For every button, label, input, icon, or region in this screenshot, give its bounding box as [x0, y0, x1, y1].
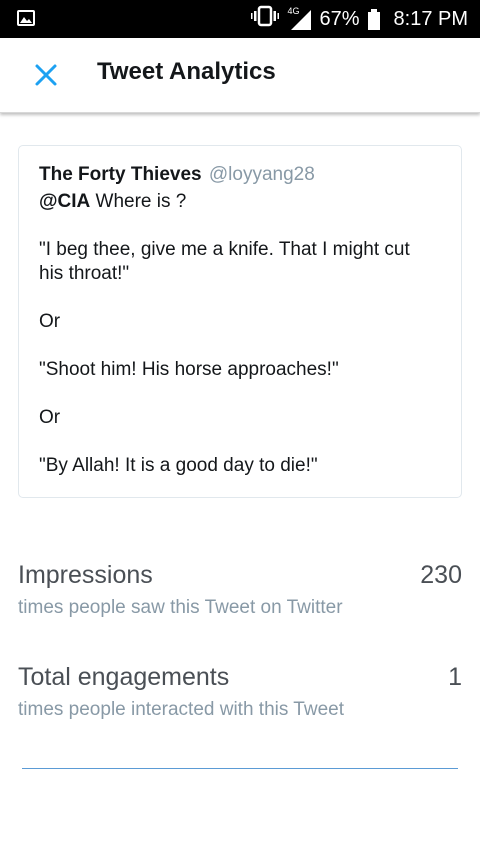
metric-label: Impressions	[18, 561, 153, 589]
metric-label: Total engagements	[18, 663, 230, 691]
author-handle[interactable]: @loyyang28	[209, 164, 315, 185]
close-button[interactable]	[28, 60, 64, 90]
tweet-card[interactable]: The Forty Thieves @loyyang28 @CIA Where …	[18, 145, 462, 498]
tweet-line: Or	[39, 407, 61, 428]
clock: 8:17 PM	[393, 7, 468, 30]
signal-icon: 4G	[287, 6, 312, 30]
battery-icon	[367, 8, 380, 30]
vibrate-icon	[251, 5, 280, 33]
metric-value: 230	[420, 561, 462, 589]
metric-value: 1	[448, 663, 462, 691]
tweet-line: Or	[39, 311, 61, 332]
divider	[22, 768, 458, 769]
tweet-line: "By Allah! It is a good day to die!"	[39, 455, 318, 476]
battery-percent: 67%	[319, 7, 360, 30]
metric-engagements: Total engagements 1 times people interac…	[18, 663, 462, 723]
tweet-text: @CIA Where is ? "I beg thee, give me a k…	[39, 190, 429, 478]
status-bar: 4G 67% 8:17 PM	[0, 0, 480, 38]
close-icon	[35, 64, 57, 86]
tweet-line: "I beg thee, give me a knife. That I mig…	[39, 239, 410, 284]
metric-impressions: Impressions 230 times people saw this Tw…	[18, 561, 462, 621]
page-title: Tweet Analytics	[97, 58, 276, 85]
gallery-icon	[17, 10, 35, 26]
status-indicators: 4G 67% 8:17 PM	[251, 0, 468, 38]
app-bar: Tweet Analytics	[0, 38, 480, 113]
tweet-text-segment: Where is ?	[90, 191, 187, 212]
mention-link[interactable]: @CIA	[39, 191, 90, 212]
tweet-line: @CIA Where is ?	[39, 190, 429, 214]
tweet-header: The Forty Thieves @loyyang28	[39, 164, 315, 186]
metric-description: times people saw this Tweet on Twitter	[18, 597, 343, 618]
author-name[interactable]: The Forty Thieves	[39, 164, 202, 185]
metric-description: times people interacted with this Tweet	[18, 699, 344, 720]
tweet-line: "Shoot him! His horse approaches!"	[39, 359, 339, 380]
